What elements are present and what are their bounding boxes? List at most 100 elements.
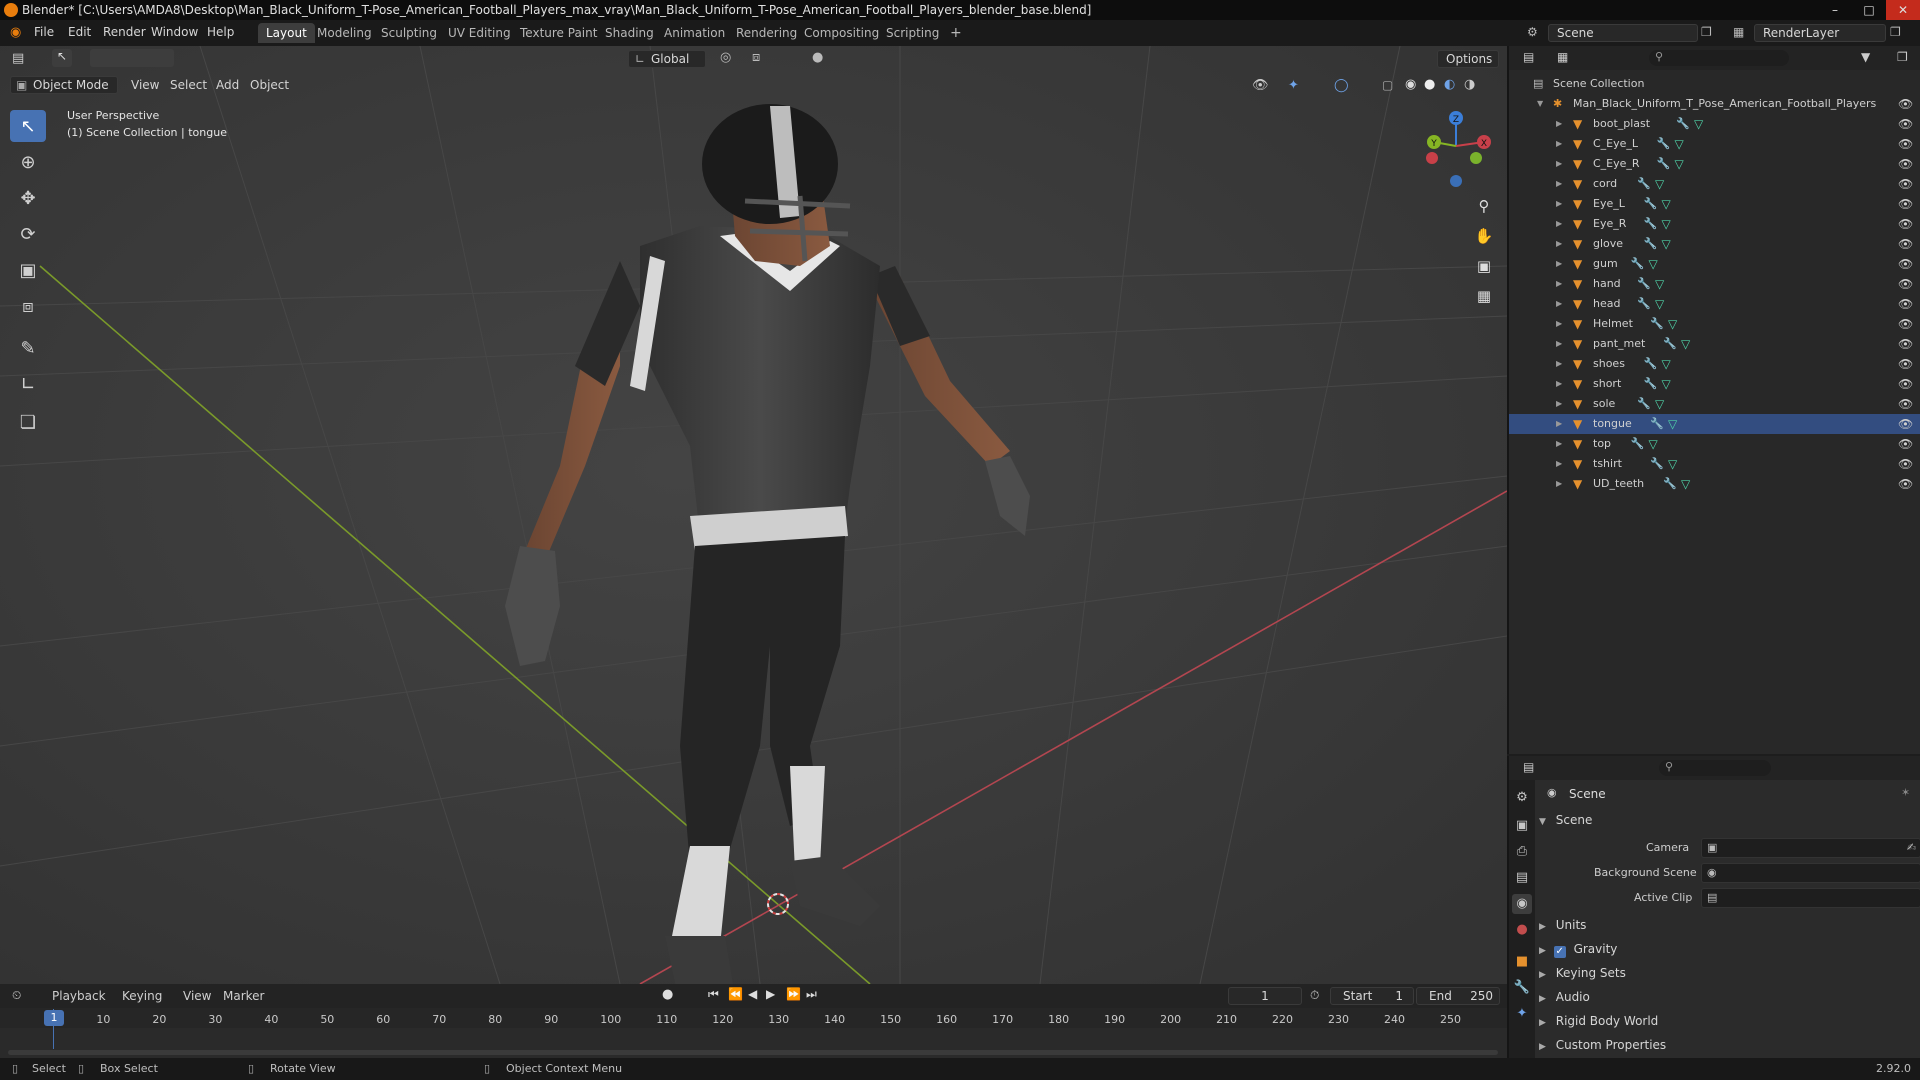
zoom-icon[interactable]: ⚲ (1470, 192, 1498, 220)
modifier-wrench-icon[interactable]: 🔧 (1631, 254, 1645, 274)
play-reverse-icon[interactable]: ◀ (748, 987, 757, 1001)
outliner-object-row[interactable]: ▶ ▼ top 🔧 ▽ 👁 (1509, 434, 1920, 454)
mesh-data-icon[interactable]: ▽ (1655, 294, 1664, 314)
workspace-tab-animation[interactable]: Animation (656, 23, 733, 43)
current-frame-field[interactable]: 1 (1228, 987, 1302, 1005)
outliner-object-row[interactable]: ▶ ▼ tshirt 🔧 ▽ 👁 (1509, 454, 1920, 474)
scene-tab-icon[interactable]: ◉ (1512, 894, 1532, 914)
object-visibility-icon[interactable]: 👁 (1898, 354, 1913, 374)
expand-object-icon[interactable]: ▶ (1556, 154, 1562, 174)
select-tool-icon[interactable]: ↖ (52, 49, 72, 67)
timeline-menu-marker[interactable]: Marker (223, 989, 264, 1003)
jump-end-icon[interactable]: ⏭ (806, 987, 817, 1002)
workspace-tab-uv-editing[interactable]: UV Editing (440, 23, 519, 43)
world-tab-icon[interactable]: ● (1512, 920, 1532, 940)
rotate-tool-icon[interactable]: ⟳ (10, 218, 46, 250)
gizmo-toggle-icon[interactable]: ✦ (1288, 78, 1299, 93)
expand-object-icon[interactable]: ▶ (1556, 134, 1562, 154)
modifier-wrench-icon[interactable]: 🔧 (1663, 334, 1677, 354)
end-frame-field[interactable]: End 250 (1416, 987, 1500, 1005)
mesh-data-icon[interactable]: ▽ (1662, 214, 1671, 234)
modifier-wrench-icon[interactable]: 🔧 (1644, 374, 1658, 394)
output-tab-icon[interactable]: ⎙ (1512, 842, 1532, 862)
object-visibility-icon[interactable]: 👁 (1898, 414, 1913, 434)
viewport-menu-object[interactable]: Object (250, 78, 289, 92)
modifier-wrench-icon[interactable]: 🔧 (1637, 174, 1651, 194)
workspace-tab-layout[interactable]: Layout (258, 23, 315, 43)
expand-object-icon[interactable]: ▶ (1556, 414, 1562, 434)
modifier-wrench-icon[interactable]: 🔧 (1644, 354, 1658, 374)
outliner-object-row[interactable]: ▶ ▼ boot_plast 🔧 ▽ 👁 (1509, 114, 1920, 134)
material-shading-icon[interactable]: ◐ (1444, 77, 1455, 92)
mesh-data-icon[interactable]: ▽ (1655, 174, 1664, 194)
object-visibility-icon[interactable]: 👁 (1898, 294, 1913, 314)
menu-help[interactable]: Help (207, 25, 234, 39)
modifier-wrench-icon[interactable]: 🔧 (1657, 154, 1671, 174)
menu-render[interactable]: Render (103, 25, 146, 39)
close-button[interactable]: ✕ (1886, 0, 1920, 20)
outliner-object-row[interactable]: ▶ ▼ cord 🔧 ▽ 👁 (1509, 174, 1920, 194)
object-visibility-icon[interactable]: 👁 (1898, 214, 1913, 234)
record-icon[interactable]: ● (662, 987, 673, 1002)
object-visibility-icon[interactable]: 👁 (1898, 194, 1913, 214)
start-frame-field[interactable]: Start 1 (1330, 987, 1414, 1005)
measure-tool-icon[interactable]: ∟ (10, 368, 46, 400)
maximize-button[interactable]: □ (1852, 0, 1886, 20)
workspace-tab-modeling[interactable]: Modeling (309, 23, 380, 43)
keying-sets-panel-header[interactable]: ▶ Keying Sets (1539, 962, 1919, 984)
expand-object-icon[interactable]: ▶ (1556, 294, 1562, 314)
modifier-wrench-icon[interactable]: 🔧 (1650, 454, 1664, 474)
menu-edit[interactable]: Edit (68, 25, 91, 39)
mesh-data-icon[interactable]: ▽ (1662, 234, 1671, 254)
render-tab-icon[interactable]: ▣ (1512, 816, 1532, 836)
transform-tool-icon[interactable]: ⧈ (10, 290, 46, 322)
annotate-tool-icon[interactable]: ✎ (10, 332, 46, 364)
camera-field[interactable]: ▣ ✍ (1701, 838, 1920, 858)
display-mode-icon[interactable]: ▦ (1557, 50, 1568, 64)
timeline-area[interactable]: 10 20 30 40 50 60 70 80 90 100 110 120 130 140 150 160 1… (0, 1008, 1507, 1058)
timeline-scrollbar[interactable] (8, 1050, 1498, 1055)
mesh-data-icon[interactable]: ▽ (1668, 454, 1677, 474)
new-scene-icon[interactable]: ❐ (1701, 25, 1712, 39)
timeline-menu-view[interactable]: View (183, 989, 211, 1003)
viewport-menu-view[interactable]: View (131, 78, 159, 92)
scene-selector[interactable]: Scene (1548, 24, 1698, 42)
background-scene-field[interactable]: ◉ (1701, 863, 1920, 883)
next-keyframe-icon[interactable]: ⏩ (786, 987, 801, 1001)
object-visibility-icon[interactable]: 👁 (1898, 174, 1913, 194)
xray-icon[interactable]: ▢ (1382, 78, 1393, 92)
object-visibility-icon[interactable]: 👁 (1898, 254, 1913, 274)
mesh-data-icon[interactable]: ▽ (1675, 154, 1684, 174)
outliner-object-row[interactable]: ▶ ▼ shoes 🔧 ▽ 👁 (1509, 354, 1920, 374)
stopwatch-icon[interactable]: ⏱ (1310, 988, 1319, 1003)
modifier-wrench-icon[interactable]: 🔧 (1637, 274, 1651, 294)
expand-object-icon[interactable]: ▶ (1556, 274, 1562, 294)
view-layer-tab-icon[interactable]: ▤ (1512, 868, 1532, 888)
new-layer-icon[interactable]: ❐ (1890, 25, 1901, 39)
active-clip-field[interactable]: ▤ (1701, 888, 1920, 908)
object-visibility-icon[interactable]: 👁 (1898, 334, 1913, 354)
modifier-wrench-icon[interactable]: 🔧 (1644, 214, 1658, 234)
outliner-object-row[interactable]: ▶ ▼ tongue 🔧 ▽ 👁 (1509, 414, 1920, 434)
prev-keyframe-icon[interactable]: ⏪ (728, 987, 743, 1001)
custom-properties-panel-header[interactable]: ▶ Custom Properties (1539, 1034, 1919, 1056)
expand-object-icon[interactable]: ▶ (1556, 474, 1562, 494)
particles-tab-icon[interactable]: ✦ (1512, 1004, 1532, 1024)
menu-file[interactable]: File (34, 25, 54, 39)
gravity-panel-header[interactable]: ▶ ✓ Gravity (1539, 938, 1919, 960)
mesh-data-icon[interactable]: ▽ (1649, 254, 1658, 274)
mesh-data-icon[interactable]: ▽ (1675, 134, 1684, 154)
transform-orientation-dropdown[interactable]: ∟ Global (628, 50, 706, 68)
outliner-object-row[interactable]: ▶ ▼ pant_met 🔧 ▽ 👁 (1509, 334, 1920, 354)
new-collection-icon[interactable]: ❐ (1897, 50, 1908, 64)
minimize-button[interactable]: – (1818, 0, 1852, 20)
gravity-checkbox[interactable]: ✓ (1553, 946, 1566, 958)
mesh-data-icon[interactable]: ▽ (1662, 374, 1671, 394)
modifier-wrench-icon[interactable]: 🔧 (1637, 394, 1651, 414)
expand-object-icon[interactable]: ▶ (1556, 194, 1562, 214)
outliner-object-row[interactable]: ▶ ▼ sole 🔧 ▽ 👁 (1509, 394, 1920, 414)
mesh-data-icon[interactable]: ▽ (1694, 114, 1703, 134)
expand-object-icon[interactable]: ▶ (1556, 234, 1562, 254)
object-visibility-icon[interactable]: 👁 (1898, 394, 1913, 414)
object-mode-dropdown[interactable]: ▣ Object Mode (10, 76, 118, 94)
